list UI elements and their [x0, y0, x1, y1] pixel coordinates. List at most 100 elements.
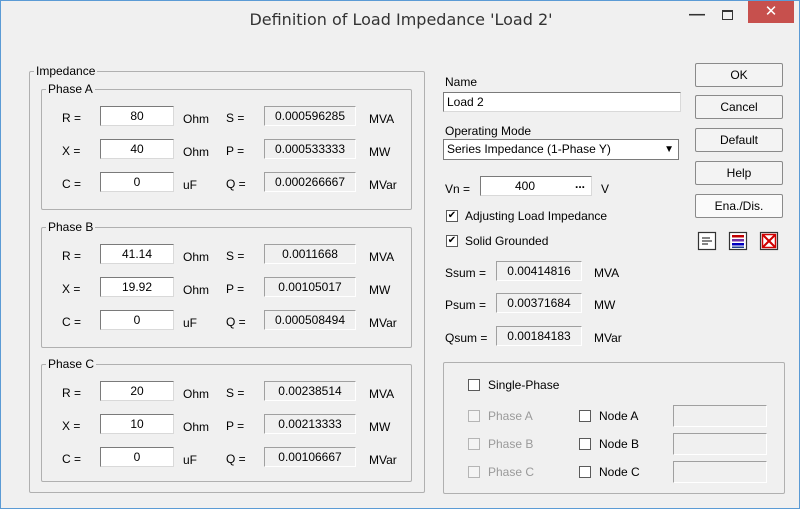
cancel-button[interactable]: Cancel: [695, 95, 783, 119]
phase-b-x-unit: Ohm: [183, 283, 210, 297]
phase-a-s-label: S =: [226, 111, 245, 125]
phase-c-q-value: 0.00106667: [264, 447, 356, 467]
ssum-unit: MVA: [594, 266, 620, 280]
vn-label: Vn =: [445, 182, 471, 196]
phase-a-p-unit: MW: [369, 145, 391, 159]
vn-browse-button[interactable]: ...: [571, 177, 589, 195]
phase-c-c-input[interactable]: 0: [100, 447, 174, 467]
node-c-label: Node C: [599, 465, 640, 479]
ssum-value: 0.00414816: [496, 261, 582, 281]
phase-b-checkbox[interactable]: [468, 438, 480, 450]
ssum-label: Ssum =: [445, 266, 487, 280]
phase-a-group-label: Phase A: [48, 82, 93, 96]
qsum-unit: MVar: [594, 331, 622, 345]
maximize-button[interactable]: [714, 3, 740, 29]
phase-b-s-unit: MVA: [369, 250, 395, 264]
phase-b-r-label: R =: [62, 249, 82, 263]
operating-mode-select[interactable]: Series Impedance (1-Phase Y) ▼: [443, 139, 679, 160]
phase-a-x-unit: Ohm: [183, 145, 210, 159]
color-lines-icon[interactable]: [728, 231, 748, 251]
phase-a-q-label: Q =: [226, 177, 246, 191]
phase-b-p-label: P =: [226, 282, 245, 296]
phase-a-r-label: R =: [62, 111, 82, 125]
phase-c-c-label: C =: [62, 452, 82, 466]
phase-c-checkbox[interactable]: [468, 466, 480, 478]
phase-b-s-label: S =: [226, 249, 245, 263]
dialog-client: Impedance Phase A R = 80 Ohm S = 0.00059…: [9, 39, 793, 507]
phase-b-r-input[interactable]: 41.14: [100, 244, 174, 264]
ena-dis-button[interactable]: Ena./Dis.: [695, 194, 783, 218]
phase-c-x-input[interactable]: 10: [100, 414, 174, 434]
phase-a-x-input[interactable]: 40: [100, 139, 174, 159]
phase-c-p-unit: MW: [369, 420, 391, 434]
phase-c-r-label: R =: [62, 386, 82, 400]
solid-grounded-checkbox[interactable]: ✔: [446, 235, 458, 247]
list-icon[interactable]: [697, 231, 717, 251]
chevron-down-icon: ▼: [664, 144, 674, 155]
phase-b-p-value: 0.00105017: [264, 277, 356, 297]
phase-b-c-label: C =: [62, 315, 82, 329]
phase-a-r-unit: Ohm: [183, 112, 210, 126]
phase-a-q-unit: MVar: [369, 178, 397, 192]
phase-c-c-unit: uF: [183, 453, 198, 467]
phase-a-c-input[interactable]: 0: [100, 172, 174, 192]
phase-c-s-unit: MVA: [369, 387, 395, 401]
phase-a-c-unit: uF: [183, 178, 198, 192]
psum-label: Psum =: [445, 298, 487, 312]
node-a-checkbox[interactable]: [579, 410, 591, 422]
phase-c-s-value: 0.00238514: [264, 381, 356, 401]
minimize-button[interactable]: —: [684, 3, 710, 29]
node-c-field[interactable]: [673, 461, 767, 483]
phase-c-r-input[interactable]: 20: [100, 381, 174, 401]
node-a-label: Node A: [599, 409, 639, 423]
phase-b-q-unit: MVar: [369, 316, 397, 330]
node-b-checkbox[interactable]: [579, 438, 591, 450]
dialog-window: Definition of Load Impedance 'Load 2' — …: [0, 0, 800, 509]
phase-c-p-value: 0.00213333: [264, 414, 356, 434]
delete-box-icon[interactable]: [759, 231, 779, 251]
phase-a-r-input[interactable]: 80: [100, 106, 174, 126]
phase-b-q-label: Q =: [226, 315, 246, 329]
phase-c-x-label: X =: [62, 419, 81, 433]
phase-a-c-label: C =: [62, 177, 82, 191]
solid-grounded-label: Solid Grounded: [465, 234, 549, 248]
close-button[interactable]: ✕: [748, 1, 794, 23]
phase-a-p-value: 0.000533333: [264, 139, 356, 159]
phase-c-group-label: Phase C: [48, 357, 95, 371]
default-button[interactable]: Default: [695, 128, 783, 152]
phase-b-x-label: X =: [62, 282, 81, 296]
qsum-label: Qsum =: [445, 331, 488, 345]
name-input[interactable]: Load 2: [443, 92, 681, 112]
phase-c-check-label: Phase C: [488, 465, 535, 479]
phase-b-c-unit: uF: [183, 316, 198, 330]
phase-b-r-unit: Ohm: [183, 250, 210, 264]
phase-b-c-input[interactable]: 0: [100, 310, 174, 330]
node-b-field[interactable]: [673, 433, 767, 455]
adjusting-load-label: Adjusting Load Impedance: [465, 209, 608, 223]
phase-b-p-unit: MW: [369, 283, 391, 297]
name-label: Name: [445, 75, 478, 89]
phase-c-p-label: P =: [226, 419, 245, 433]
phase-a-s-unit: MVA: [369, 112, 395, 126]
phase-a-check-label: Phase A: [488, 409, 533, 423]
phase-b-x-input[interactable]: 19.92: [100, 277, 174, 297]
help-button[interactable]: Help: [695, 161, 783, 185]
psum-unit: MW: [594, 298, 616, 312]
phase-a-checkbox[interactable]: [468, 410, 480, 422]
phase-b-s-value: 0.0011668: [264, 244, 356, 264]
window-title: Definition of Load Impedance 'Load 2': [249, 10, 553, 29]
phase-c-s-label: S =: [226, 386, 245, 400]
title-bar: Definition of Load Impedance 'Load 2' — …: [1, 1, 799, 39]
phase-c-x-unit: Ohm: [183, 420, 210, 434]
phase-a-q-value: 0.000266667: [264, 172, 356, 192]
phase-b-group-label: Phase B: [48, 220, 94, 234]
phase-c-r-unit: Ohm: [183, 387, 210, 401]
phase-c-q-unit: MVar: [369, 453, 397, 467]
adjusting-load-checkbox[interactable]: ✔: [446, 210, 458, 222]
phase-a-p-label: P =: [226, 144, 245, 158]
ok-button[interactable]: OK: [695, 63, 783, 87]
node-a-field[interactable]: [673, 405, 767, 427]
node-c-checkbox[interactable]: [579, 466, 591, 478]
node-b-label: Node B: [599, 437, 640, 451]
single-phase-checkbox[interactable]: [468, 379, 480, 391]
